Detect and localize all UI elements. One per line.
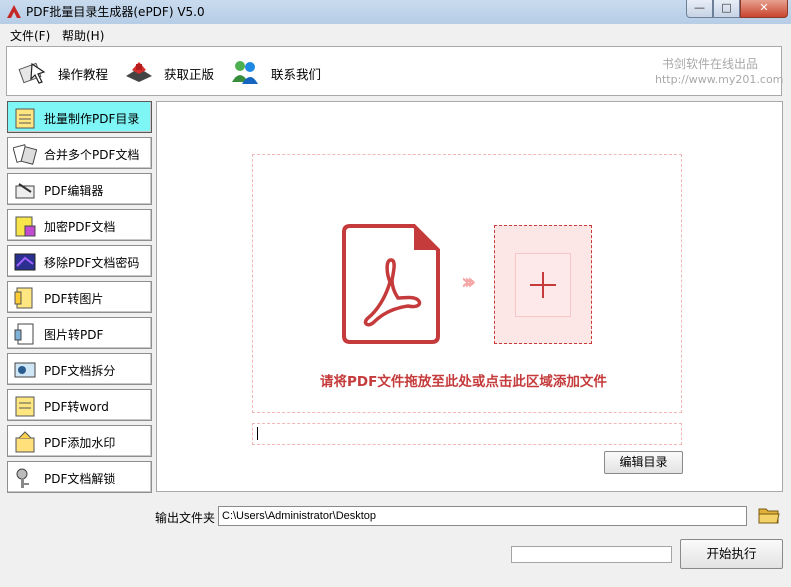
- output-folder-input[interactable]: C:\Users\Administrator\Desktop: [218, 506, 747, 526]
- notepad-icon: [15, 108, 35, 129]
- app-logo-icon: [7, 5, 21, 18]
- minimize-button[interactable]: —: [686, 0, 713, 18]
- split-icon: [14, 362, 36, 378]
- pdf-file-icon: [342, 224, 440, 344]
- sidebar-item-label: PDF文档拆分: [44, 364, 116, 378]
- sidebar-item[interactable]: 图片转PDF: [7, 317, 152, 349]
- genuine-icon[interactable]: [124, 58, 154, 86]
- sidebar-item-label: 批量制作PDF目录: [44, 112, 140, 126]
- sidebar-item[interactable]: PDF编辑器: [7, 173, 152, 205]
- editor-icon: [15, 183, 35, 199]
- tutorial-icon[interactable]: [18, 58, 48, 86]
- sidebar-item-label: PDF转图片: [44, 292, 104, 306]
- edit-toc-button[interactable]: 编辑目录: [604, 451, 683, 474]
- plus-icon[interactable]: [529, 271, 557, 299]
- contact-icon[interactable]: [230, 58, 260, 86]
- close-button[interactable]: ✕: [740, 0, 788, 18]
- sidebar-item[interactable]: PDF文档解锁: [7, 461, 152, 493]
- brand-url[interactable]: http://www.my201.com: [655, 73, 783, 86]
- toolbar-contact[interactable]: 联系我们: [271, 64, 321, 83]
- sidebar-item-label: PDF编辑器: [44, 184, 104, 198]
- toolbar-genuine[interactable]: 获取正版: [164, 64, 214, 83]
- sidebar-item[interactable]: 移除PDF文档密码: [7, 245, 152, 277]
- sidebar-item[interactable]: 加密PDF文档: [7, 209, 152, 241]
- window-title: PDF批量目录生成器(ePDF) V5.0: [26, 5, 205, 19]
- watermark-icon: [15, 431, 35, 453]
- progress-bar: [511, 546, 672, 563]
- sidebar-item-label: 加密PDF文档: [44, 220, 116, 234]
- file-path-input[interactable]: [252, 423, 682, 445]
- brand-text: 书剑软件在线出品: [662, 57, 759, 71]
- sidebar-item-label: PDF添加水印: [44, 436, 116, 450]
- menu-bar: [0, 24, 791, 44]
- arrows-icon: ›››: [461, 270, 476, 295]
- sidebar-item[interactable]: PDF转图片: [7, 281, 152, 313]
- sidebar-item-label: PDF文档解锁: [44, 472, 116, 486]
- pdf-to-image-icon: [14, 287, 33, 309]
- sidebar-item-label: 图片转PDF: [44, 328, 104, 342]
- pdf-to-word-icon: [15, 396, 35, 417]
- drop-hint-text[interactable]: 请将PDF文件拖放至此处或点击此区域添加文件: [320, 370, 607, 390]
- image-to-pdf-icon: [14, 323, 34, 345]
- sidebar-item[interactable]: PDF添加水印: [7, 425, 152, 457]
- text-caret: [257, 427, 258, 440]
- unlock-icon: [16, 468, 29, 488]
- sidebar-item-label: PDF转word: [44, 400, 109, 414]
- sidebar-item-label: 合并多个PDF文档: [44, 148, 140, 162]
- start-button[interactable]: 开始执行: [680, 539, 783, 569]
- sidebar-item[interactable]: PDF转word: [7, 389, 152, 421]
- remove-password-icon: [14, 253, 36, 271]
- menu-file[interactable]: 文件(F): [10, 27, 50, 44]
- folder-icon[interactable]: [758, 505, 780, 525]
- maximize-button[interactable]: □: [713, 0, 740, 18]
- toolbar-tutorial[interactable]: 操作教程: [58, 64, 108, 83]
- output-folder-label: 输出文件夹: [155, 511, 216, 525]
- menu-help[interactable]: 帮助(H): [62, 27, 104, 44]
- sidebar-item-label: 移除PDF文档密码: [44, 256, 140, 270]
- sidebar-item[interactable]: 批量制作PDF目录: [7, 101, 152, 133]
- sidebar-item[interactable]: 合并多个PDF文档: [7, 137, 152, 169]
- encrypt-icon: [15, 216, 36, 237]
- sidebar-item[interactable]: PDF文档拆分: [7, 353, 152, 385]
- merge-docs-icon: [13, 144, 37, 165]
